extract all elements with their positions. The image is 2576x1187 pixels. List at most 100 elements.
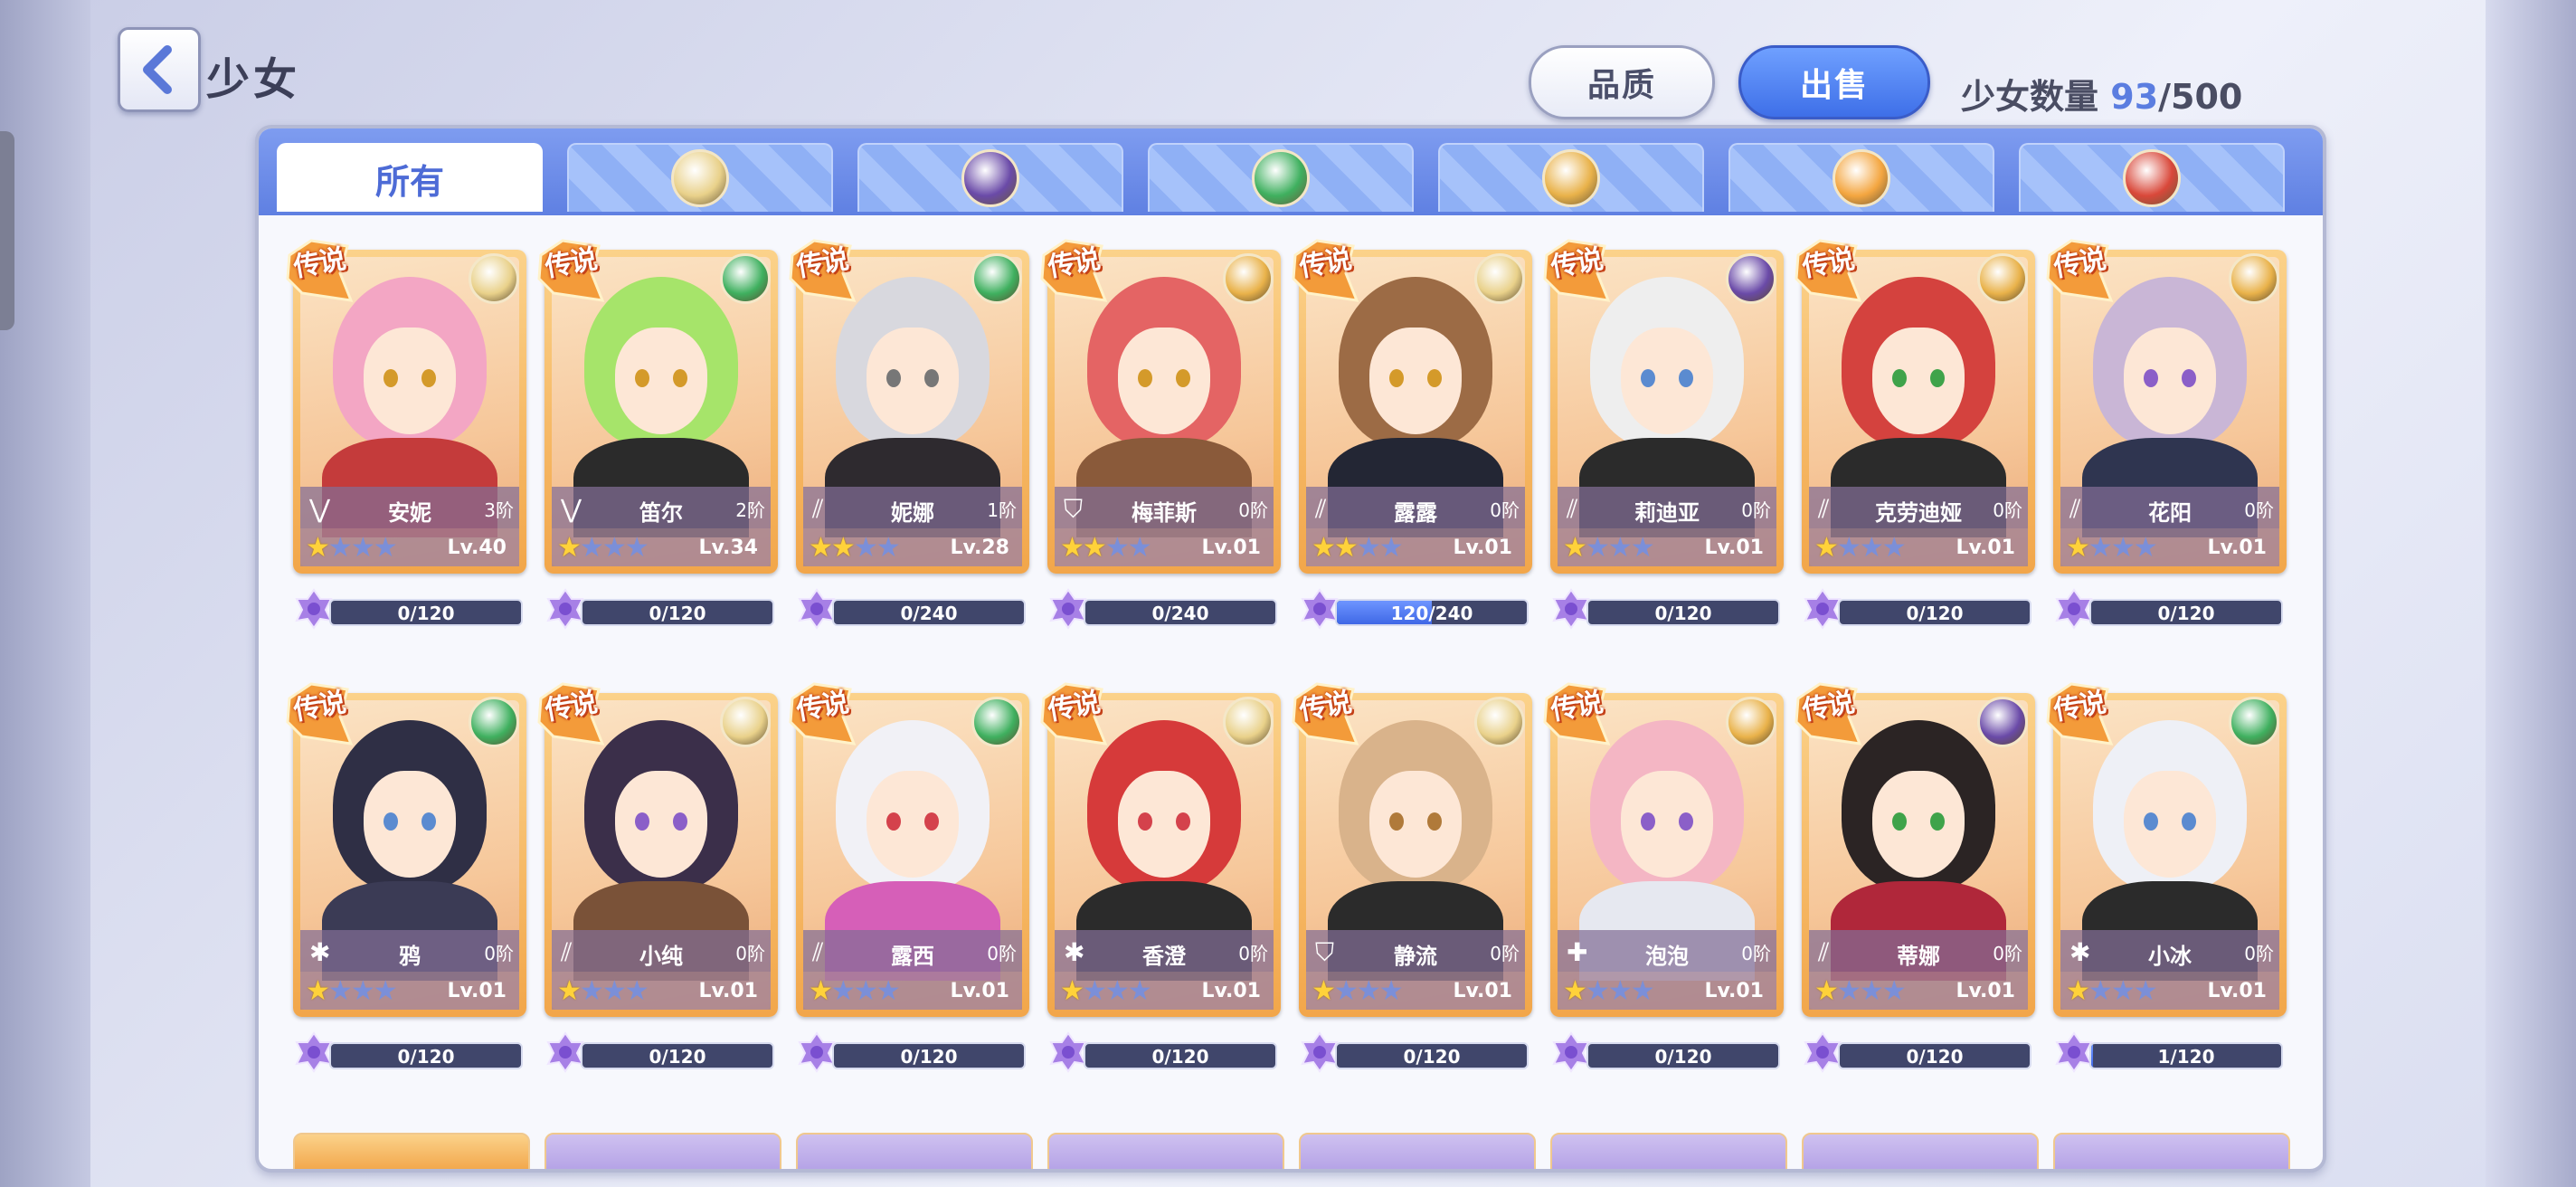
girl-count-label: 少女数量 bbox=[1961, 77, 2099, 117]
element-icon bbox=[1223, 253, 1274, 304]
girl-card[interactable]: ⋁ 笛尔 2阶 ★★★★ Lv.34 传说 0/120 bbox=[537, 237, 778, 630]
star-icon: ★ bbox=[2110, 975, 2136, 1007]
portrait-eye bbox=[1930, 369, 1945, 387]
name-bar: ⫽ 露露 0阶 bbox=[1306, 487, 1525, 528]
portrait-eye bbox=[1679, 812, 1693, 831]
shard-progress: 0/120 bbox=[1550, 588, 1784, 630]
name-bar: ✱ 小冰 0阶 bbox=[2060, 930, 2279, 972]
girl-card[interactable]: ⫽ 露西 0阶 ★★★★ Lv.01 传说 0/120 bbox=[789, 680, 1029, 1073]
portrait-eye bbox=[1892, 812, 1907, 831]
shard-progress: 0/120 bbox=[1550, 1031, 1784, 1073]
girl-card[interactable]: ✱ 香澄 0阶 ★★★★ Lv.01 传说 0/120 bbox=[1040, 680, 1281, 1073]
star-bar: ★★★★ Lv.34 bbox=[552, 528, 771, 566]
girl-card[interactable]: ⫽ 露露 0阶 ★★★★ Lv.01 传说 120/240 bbox=[1292, 237, 1532, 630]
tab-sun-element[interactable] bbox=[1728, 143, 1994, 212]
side-drawer-handle[interactable] bbox=[0, 131, 14, 330]
element-icon bbox=[720, 253, 771, 304]
girl-card[interactable]: ⫽ 蒂娜 0阶 ★★★★ Lv.01 传说 0/120 bbox=[1795, 680, 2035, 1073]
portrait-eye bbox=[635, 812, 649, 831]
shard-progress: 0/240 bbox=[1047, 588, 1281, 630]
tab-dark-element[interactable] bbox=[857, 143, 1123, 212]
tab-fire-element[interactable] bbox=[2019, 143, 2285, 212]
tab-wind-element[interactable] bbox=[1148, 143, 1414, 212]
girl-card[interactable]: ⫽ 小纯 0阶 ★★★★ Lv.01 传说 0/120 bbox=[537, 680, 778, 1073]
shard-progress: 0/120 bbox=[293, 1031, 526, 1073]
back-button[interactable] bbox=[118, 27, 201, 112]
name-bar: ⫽ 蒂娜 0阶 bbox=[1809, 930, 2028, 972]
rarity-badge: 传说 bbox=[1038, 237, 1113, 308]
character-level: Lv.01 bbox=[447, 980, 507, 1002]
star-rating: ★★★★ bbox=[809, 532, 901, 564]
element-icon bbox=[2229, 253, 2279, 304]
girl-card[interactable]: ✚ 泡泡 0阶 ★★★★ Lv.01 传说 0/120 bbox=[1543, 680, 1784, 1073]
wind-element-icon bbox=[1252, 149, 1310, 207]
shard-progress-bar: 0/120 bbox=[832, 1042, 1026, 1069]
shard-progress: 0/120 bbox=[1802, 588, 2035, 630]
star-bar: ★★★★ Lv.01 bbox=[1809, 972, 2028, 1010]
portrait-eye bbox=[1138, 369, 1152, 387]
shard-progress-text: 0/120 bbox=[649, 603, 706, 624]
girl-card[interactable]: ⫽ 花阳 0阶 ★★★★ Lv.01 传说 0/120 bbox=[2046, 237, 2287, 630]
girl-card-partial[interactable] bbox=[545, 1133, 781, 1169]
girl-card[interactable]: ⫽ 克劳迪娅 0阶 ★★★★ Lv.01 传说 0/120 bbox=[1795, 237, 2035, 630]
girl-card-partial[interactable] bbox=[1299, 1133, 1536, 1169]
star-icon: ★ bbox=[809, 532, 833, 564]
girl-card[interactable]: ⛉ 静流 0阶 ★★★★ Lv.01 传说 0/120 bbox=[1292, 680, 1532, 1073]
shard-progress-text: 0/120 bbox=[900, 1046, 958, 1068]
tab-hexagon-element[interactable] bbox=[1438, 143, 1704, 212]
shard-progress-bar: 0/120 bbox=[1586, 599, 1780, 626]
quality-filter-button[interactable]: 品质 bbox=[1529, 45, 1715, 119]
girl-card[interactable]: ⫽ 妮娜 1阶 ★★★★ Lv.28 传说 0/240 bbox=[789, 237, 1029, 630]
star-icon: ★ bbox=[350, 532, 375, 564]
shard-progress-bar: 0/120 bbox=[1084, 1042, 1277, 1069]
star-bar: ★★★★ Lv.28 bbox=[803, 528, 1022, 566]
rarity-badge: 传说 bbox=[1793, 680, 1867, 751]
girl-card[interactable]: ⛉ 梅菲斯 0阶 ★★★★ Lv.01 传说 0/240 bbox=[1040, 237, 1281, 630]
girl-card-partial[interactable] bbox=[293, 1133, 530, 1169]
star-rating: ★★★★ bbox=[1563, 975, 1655, 1007]
girl-card-partial[interactable] bbox=[796, 1133, 1033, 1169]
star-rating: ★★★★ bbox=[1563, 532, 1655, 564]
shard-progress: 0/120 bbox=[1299, 1031, 1532, 1073]
character-rank: 3阶 bbox=[484, 499, 514, 521]
star-icon: ★ bbox=[1881, 975, 1907, 1007]
tab-radiant-element[interactable] bbox=[567, 143, 833, 212]
star-icon: ★ bbox=[1127, 532, 1152, 564]
girl-card-partial[interactable] bbox=[1802, 1133, 2039, 1169]
star-icon: ★ bbox=[2133, 975, 2158, 1007]
girl-count-max: /500 bbox=[2158, 77, 2243, 117]
portrait-eye bbox=[1427, 369, 1442, 387]
shard-progress-bar: 0/120 bbox=[1335, 1042, 1529, 1069]
star-icon: ★ bbox=[557, 975, 582, 1007]
star-icon: ★ bbox=[306, 975, 330, 1007]
star-icon: ★ bbox=[624, 532, 649, 564]
portrait-face bbox=[1872, 328, 1965, 434]
character-rank: 0阶 bbox=[1238, 943, 1268, 964]
shard-progress-text: 1/120 bbox=[2157, 1046, 2215, 1068]
girl-card-partial[interactable] bbox=[1047, 1133, 1284, 1169]
portrait-eye bbox=[924, 369, 939, 387]
star-icon: ★ bbox=[2133, 532, 2158, 564]
star-icon: ★ bbox=[1859, 532, 1884, 564]
element-icon bbox=[971, 697, 1022, 747]
star-icon: ★ bbox=[1585, 975, 1610, 1007]
sell-button[interactable]: 出售 bbox=[1738, 45, 1930, 119]
character-level: Lv.01 bbox=[1956, 980, 2015, 1002]
girl-card-partial[interactable] bbox=[1550, 1133, 1787, 1169]
tab-all[interactable]: 所有 bbox=[277, 143, 543, 212]
rarity-badge: 传说 bbox=[1793, 237, 1867, 308]
name-bar: ✚ 泡泡 0阶 bbox=[1558, 930, 1776, 972]
star-icon: ★ bbox=[624, 975, 649, 1007]
girl-card-partial[interactable] bbox=[2053, 1133, 2290, 1169]
girl-card[interactable]: ✱ 鸦 0阶 ★★★★ Lv.01 传说 0/120 bbox=[286, 680, 526, 1073]
girl-card[interactable]: ⫽ 莉迪亚 0阶 ★★★★ Lv.01 传说 0/120 bbox=[1543, 237, 1784, 630]
portrait-eye bbox=[421, 812, 436, 831]
star-icon: ★ bbox=[579, 532, 604, 564]
star-rating: ★★★★ bbox=[1814, 975, 1907, 1007]
portrait-eye bbox=[1427, 812, 1442, 831]
girl-card[interactable]: ⋁ 安妮 3阶 ★★★★ Lv.40 传说 0/120 bbox=[286, 237, 526, 630]
girl-card[interactable]: ✱ 小冰 0阶 ★★★★ Lv.01 传说 1/120 bbox=[2046, 680, 2287, 1073]
shard-progress-bar: 0/120 bbox=[581, 599, 774, 626]
rarity-badge: 传说 bbox=[1541, 680, 1615, 751]
rarity-badge: 传说 bbox=[535, 680, 610, 751]
